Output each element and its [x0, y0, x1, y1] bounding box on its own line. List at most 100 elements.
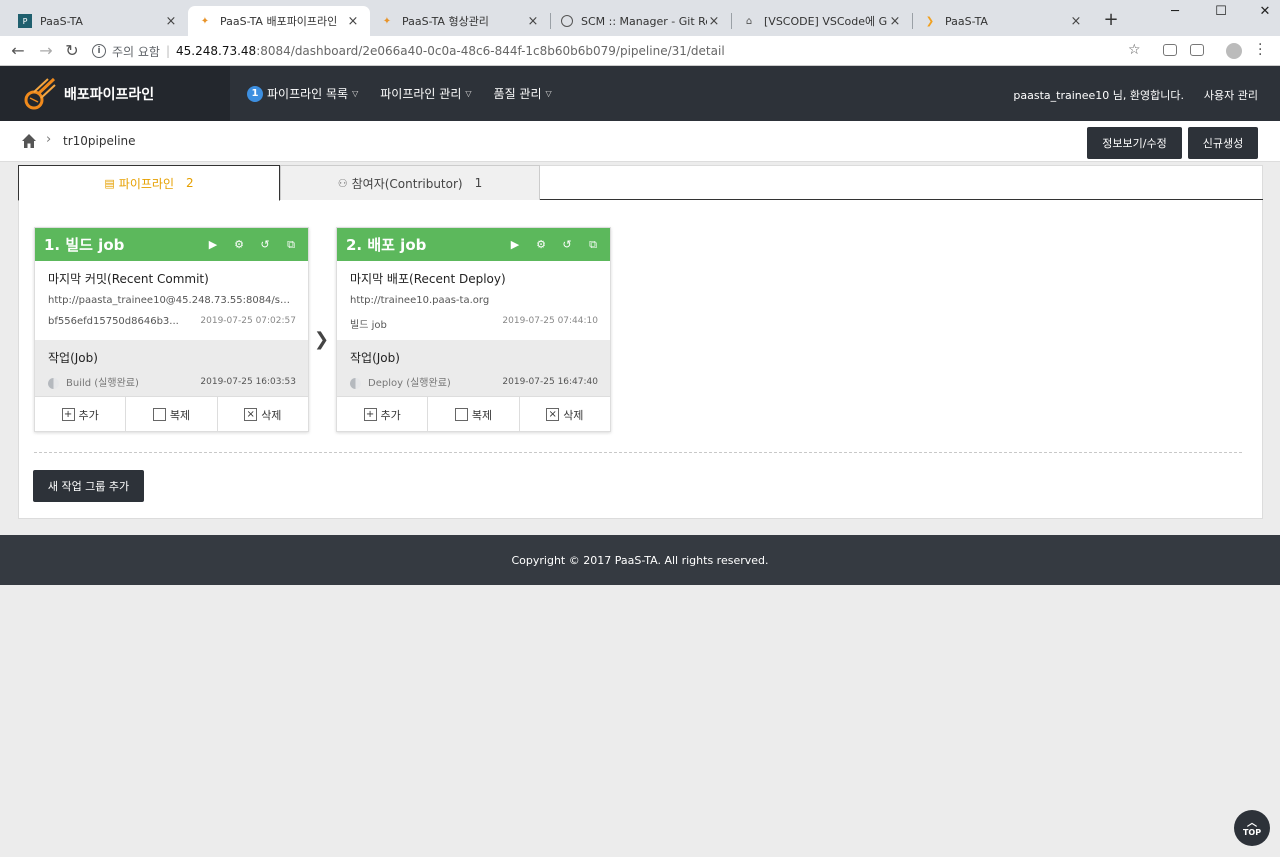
nav-label: 파이프라인 목록: [267, 87, 349, 101]
section-title: 마지막 커밋(Recent Commit): [48, 272, 209, 286]
user-greeting: paasta_trainee10 님, 환영합니다.: [1013, 89, 1184, 102]
close-icon[interactable]: ×: [888, 14, 902, 29]
commit-url[interactable]: http://paasta_trainee10@45.248.73.55:808…: [48, 295, 293, 306]
browser-tab-bar: P PaaS-TA × ✦ PaaS-TA 배포파이프라인 × ✦ PaaS-T…: [0, 0, 1280, 36]
nav-pipeline-manage[interactable]: 파이프라인 관리 ▽: [380, 85, 471, 102]
tab-contributor[interactable]: ⚇ 참여자(Contributor) 1: [280, 165, 540, 200]
browser-tab[interactable]: SCM :: Manager - Git Repos ×: [551, 6, 731, 36]
menu-kebab-icon[interactable]: · · ·: [1258, 38, 1266, 62]
copy-job-button[interactable]: 복제: [428, 397, 520, 432]
url-field[interactable]: i 주의 요함 | 45.248.73.48 :8084/dashboard/2…: [92, 40, 1152, 62]
recent-commit-section: 마지막 커밋(Recent Commit) http://paasta_trai…: [35, 261, 308, 340]
play-icon[interactable]: ▶: [508, 238, 522, 252]
history-icon[interactable]: ↺: [560, 238, 574, 252]
forward-icon[interactable]: →: [36, 41, 56, 60]
top-label: TOP: [1242, 827, 1262, 837]
close-icon[interactable]: ×: [346, 14, 360, 29]
work-title: 작업(Job): [350, 351, 400, 365]
job-work-section: 작업(Job) Build (실행완료) 2019-07-25 16:03:53: [35, 340, 308, 396]
status-icon: [48, 377, 59, 389]
back-icon[interactable]: ←: [8, 41, 28, 60]
link-icon[interactable]: ⧉: [284, 238, 298, 252]
add-job-group-button[interactable]: 새 작업 그룹 추가: [33, 470, 144, 502]
paas-ta-icon: ❯: [925, 15, 935, 27]
close-icon[interactable]: ×: [1069, 14, 1083, 29]
reload-icon[interactable]: ↻: [62, 41, 82, 60]
status-date: 2019-07-25 16:03:53: [200, 376, 296, 387]
gear-icon[interactable]: ⚙: [232, 238, 246, 252]
user-admin-link[interactable]: 사용자 관리: [1204, 87, 1258, 103]
chevron-right-icon: ›: [46, 132, 52, 147]
add-job-button[interactable]: + 추가: [35, 397, 127, 432]
cast-icon[interactable]: [1190, 44, 1204, 56]
close-icon[interactable]: ×: [526, 14, 540, 29]
tab-label: 파이프라인: [118, 176, 174, 191]
tab-count: 2: [185, 176, 194, 190]
chevron-up-icon: ︿: [1247, 817, 1257, 829]
chevron-down-icon: ▽: [352, 89, 359, 98]
close-icon[interactable]: ×: [164, 14, 178, 29]
browser-tab[interactable]: ⌂ [VSCODE] VSCode에 Git 사용 ×: [732, 6, 912, 36]
job-actions: + 추가 복제 × 삭제: [337, 396, 610, 432]
x-box-icon: ×: [546, 408, 560, 421]
job-status-row: Deploy (실행완료) 2019-07-25 16:47:40: [350, 374, 598, 389]
job-work-section: 작업(Job) Deploy (실행완료) 2019-07-25 16:47:4…: [337, 340, 610, 396]
deploy-url[interactable]: http://trainee10.paas-ta.org: [350, 295, 489, 306]
tab-pipeline[interactable]: ▤ 파이프라인 2: [18, 165, 280, 201]
breadcrumb: › tr10pipeline 정보보기/수정 신규생성: [0, 121, 1280, 162]
url-host: 45.248.73.48: [176, 44, 257, 58]
commit-hash: bf556efd15750d8646b3...: [48, 316, 179, 327]
action-label: 추가: [78, 408, 99, 422]
minimize-icon[interactable]: ─: [1160, 4, 1190, 19]
camera-icon[interactable]: [1163, 44, 1177, 56]
browser-tab[interactable]: ✦ PaaS-TA 형상관리 ×: [370, 6, 550, 36]
content-tabs: ▤ 파이프라인 2 ⚇ 참여자(Contributor) 1: [18, 165, 1263, 201]
info-edit-button[interactable]: 정보보기/수정: [1087, 127, 1182, 159]
gear-icon[interactable]: ⚙: [534, 238, 548, 252]
home-icon[interactable]: [21, 133, 37, 149]
scroll-top-button[interactable]: ︿ TOP: [1234, 810, 1270, 846]
window-close-icon[interactable]: ✕: [1250, 4, 1280, 19]
action-label: 추가: [380, 408, 401, 422]
job-header: 2. 배포 job ▶ ⚙ ↺ ⧉: [337, 228, 610, 261]
link-icon[interactable]: ⧉: [586, 238, 600, 252]
new-create-button[interactable]: 신규생성: [1188, 127, 1258, 159]
nav-label: 파이프라인 관리: [380, 87, 462, 101]
nav-quality-manage[interactable]: 품질 관리 ▽: [494, 85, 552, 102]
rocket-logo-icon: [24, 77, 56, 109]
history-icon[interactable]: ↺: [258, 238, 272, 252]
info-icon[interactable]: i: [92, 44, 106, 58]
pipeline-icon: ✦: [382, 15, 392, 27]
close-icon[interactable]: ×: [707, 14, 721, 29]
breadcrumb-current: tr10pipeline: [63, 134, 136, 148]
plus-box-icon: +: [61, 408, 75, 421]
footer: Copyright © 2017 PaaS-TA. All rights res…: [0, 535, 1280, 585]
bookmark-star-icon[interactable]: ☆: [1128, 42, 1141, 58]
deploy-url-row: http://trainee10.paas-ta.org: [350, 295, 598, 306]
copy-job-button[interactable]: 복제: [126, 397, 218, 432]
globe-icon: [561, 15, 573, 27]
security-label[interactable]: 주의 요함: [112, 43, 160, 60]
play-icon[interactable]: ▶: [206, 238, 220, 252]
profile-avatar[interactable]: [1226, 43, 1242, 59]
nav-pipeline-list[interactable]: 1 파이프라인 목록 ▽: [247, 85, 358, 102]
job-title: 2. 배포 job: [346, 236, 427, 254]
logo[interactable]: 배포파이프라인: [0, 66, 230, 121]
tab-count: 1: [474, 176, 483, 190]
document-icon: ▤: [104, 176, 115, 190]
delete-job-button[interactable]: × 삭제: [218, 397, 308, 432]
add-job-button[interactable]: + 추가: [337, 397, 429, 432]
browser-tab[interactable]: P PaaS-TA ×: [8, 6, 188, 36]
maximize-icon[interactable]: ☐: [1206, 4, 1236, 19]
browser-tab[interactable]: ❯ PaaS-TA ×: [913, 6, 1093, 36]
commit-date: 2019-07-25 07:02:57: [200, 316, 296, 326]
delete-job-button[interactable]: × 삭제: [520, 397, 610, 432]
job-card: 1. 빌드 job ▶ ⚙ ↺ ⧉ 마지막 커밋(Recent Commit) …: [34, 227, 309, 432]
new-tab-button[interactable]: +: [1100, 9, 1122, 30]
action-label: 복제: [471, 408, 493, 422]
main-nav: 1 파이프라인 목록 ▽ 파이프라인 관리 ▽ 품질 관리 ▽: [247, 66, 574, 121]
job-status-row: Build (실행완료) 2019-07-25 16:03:53: [48, 374, 296, 389]
deploy-date: 2019-07-25 07:44:10: [502, 316, 598, 326]
browser-tab-active[interactable]: ✦ PaaS-TA 배포파이프라인 ×: [188, 6, 370, 36]
url-path: :8084/dashboard/2e066a40-0c0a-48c6-844f-…: [256, 44, 725, 58]
